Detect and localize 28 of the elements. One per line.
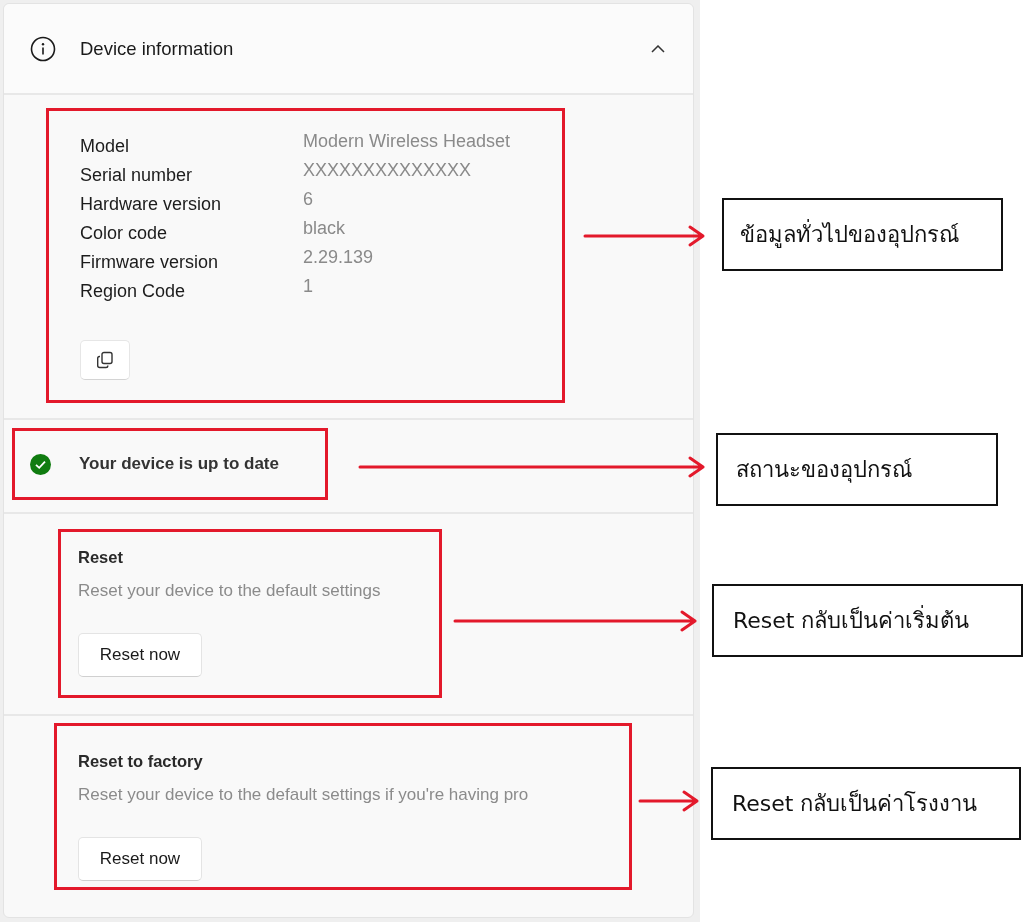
field-label: Hardware version — [80, 193, 223, 216]
field-value: 2.29.139 — [303, 246, 374, 269]
copy-icon — [96, 351, 114, 369]
callout-note: Reset กลับเป็นค่าเริ่มต้น — [712, 584, 1023, 657]
field-value: black — [303, 217, 346, 240]
copy-button[interactable] — [80, 340, 130, 380]
callout-note: ข้อมูลทั่วไปของอุปกรณ์ — [722, 198, 1003, 271]
field-label: Region Code — [80, 280, 187, 303]
section-title: Reset — [78, 547, 124, 568]
reset-button[interactable]: Reset now — [78, 837, 202, 881]
callout-note: Reset กลับเป็นค่าโรงงาน — [711, 767, 1021, 840]
status-text: Your device is up to date — [79, 453, 279, 476]
field-value: Modern Wireless Headset — [303, 130, 511, 153]
section-description: Reset your device to the default settings — [78, 580, 382, 602]
section-description: Reset your device to the default settings if you're having pro — [78, 784, 530, 806]
check-icon — [30, 453, 51, 475]
reset-button[interactable]: Reset now — [78, 633, 202, 677]
field-label: Model — [80, 135, 131, 158]
field-label: Color code — [80, 222, 169, 245]
field-value: 1 — [303, 275, 313, 298]
section-title: Reset to factory — [78, 751, 204, 772]
field-value: 6 — [303, 188, 313, 211]
field-label: Serial number — [80, 164, 194, 187]
field-label: Firmware version — [80, 251, 220, 274]
callout-note: สถานะของอุปกรณ์ — [716, 433, 998, 506]
pointer-arrow — [640, 790, 699, 812]
field-value: XXXXXXXXXXXXXX — [303, 159, 472, 182]
info-icon — [30, 35, 56, 62]
